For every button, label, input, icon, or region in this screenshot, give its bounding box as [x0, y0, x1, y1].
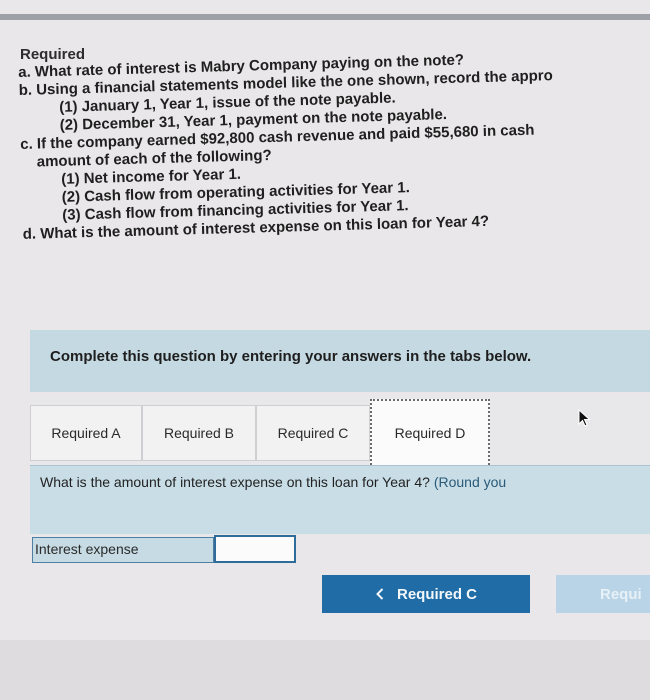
mouse-pointer-icon	[578, 409, 591, 427]
tab-label: Required D	[394, 425, 466, 441]
next-button-label: Requi	[600, 585, 642, 603]
instruction-text: Complete this question by entering your …	[50, 348, 532, 365]
tab-required-c[interactable]: Required C	[256, 405, 370, 461]
next-required-button[interactable]: Requi	[556, 575, 650, 613]
previous-required-c-button[interactable]: Required C	[322, 575, 530, 613]
rounding-note: (Round you	[433, 474, 507, 490]
tab-label: Required A	[51, 425, 121, 441]
top-divider	[0, 14, 650, 20]
question-list: a. What rate of interest is Mabry Compan…	[18, 46, 650, 244]
bottom-background	[0, 640, 650, 700]
tab-label: Required B	[163, 425, 235, 441]
previous-button-label: Required C	[396, 585, 477, 603]
chevron-left-icon	[376, 588, 384, 600]
interest-expense-input[interactable]	[214, 535, 296, 563]
tab-required-a[interactable]: Required A	[30, 405, 142, 461]
required-heading: Required	[20, 46, 86, 63]
tab-required-d[interactable]: Required D	[370, 399, 490, 465]
interest-expense-label: Interest expense	[32, 537, 214, 563]
question-prompt-line: What is the amount of interest expense o…	[40, 474, 506, 490]
tab-label: Required C	[277, 425, 349, 441]
tab-required-b[interactable]: Required B	[142, 405, 256, 461]
tab-bar: Required A Required B Required C Require…	[30, 395, 650, 465]
instruction-bar: Complete this question by entering your …	[30, 330, 650, 392]
question-prompt: What is the amount of interest expense o…	[40, 474, 430, 490]
question-panel: What is the amount of interest expense o…	[30, 465, 650, 534]
